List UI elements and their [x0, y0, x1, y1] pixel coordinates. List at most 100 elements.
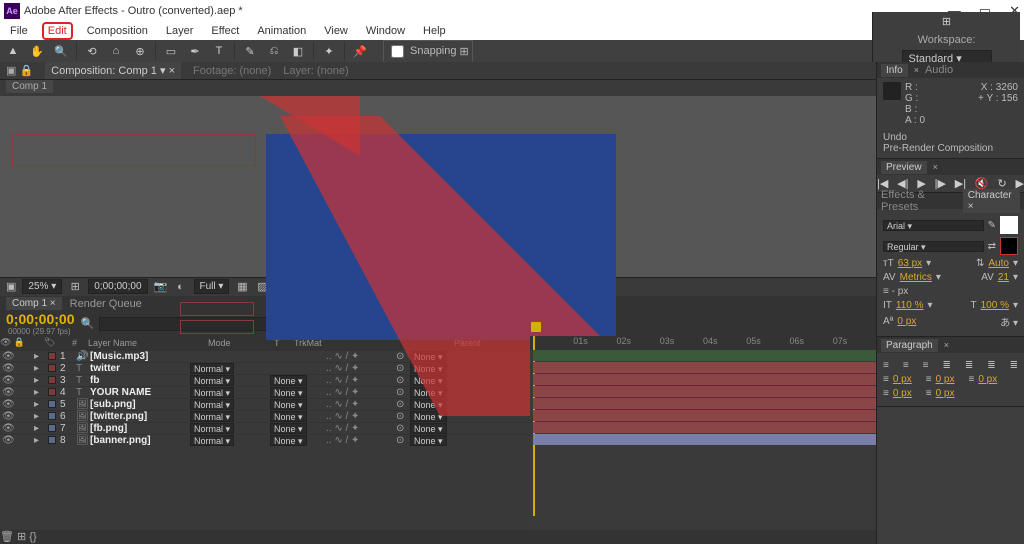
font-size[interactable]: 63 px [898, 258, 922, 269]
menu-help[interactable]: Help [419, 24, 450, 38]
layer-bar[interactable] [533, 410, 876, 421]
trkmat-dropdown[interactable]: None ▾ [270, 375, 307, 386]
parent-dropdown[interactable]: None ▾ [410, 423, 447, 434]
menu-effect[interactable]: Effect [207, 24, 243, 38]
rect-tool-icon[interactable]: ▭ [162, 42, 180, 60]
clone-tool-icon[interactable]: ⎌ [265, 42, 283, 60]
snapshot-icon[interactable]: 📷 [154, 280, 168, 294]
rotate-tool-icon[interactable]: ⟲ [83, 42, 101, 60]
font-weight-dropdown[interactable]: Regular ▾ [883, 241, 984, 252]
menu-layer[interactable]: Layer [162, 24, 198, 38]
eyedropper-icon[interactable]: ✎ [988, 220, 996, 231]
tab-composition[interactable]: Composition: Comp 1 ▾ × [45, 62, 181, 79]
leading[interactable]: Auto [988, 258, 1009, 269]
align-center-icon[interactable]: ≡ [903, 360, 909, 371]
trkmat-dropdown[interactable]: None ▾ [270, 435, 307, 446]
layer-bar[interactable] [533, 386, 876, 397]
visibility-toggle[interactable]: 👁 [0, 399, 12, 410]
menu-window[interactable]: Window [362, 24, 409, 38]
kerning[interactable]: Metrics [900, 272, 932, 283]
trkmat-dropdown[interactable]: None ▾ [270, 399, 307, 410]
visibility-toggle[interactable]: 👁 [0, 363, 12, 374]
zoom-dropdown[interactable]: 25% ▾ [22, 279, 62, 294]
layer-bar[interactable] [533, 434, 876, 445]
fill-swatch[interactable] [1000, 216, 1018, 234]
grid-icon[interactable]: ⊞ [938, 12, 956, 30]
hand-tool-icon[interactable]: ✋ [28, 42, 46, 60]
text-tool-icon[interactable]: T [210, 42, 228, 60]
visibility-toggle[interactable]: 👁 [0, 375, 12, 386]
mode-dropdown[interactable]: Normal ▾ [190, 363, 234, 374]
pin-tool-icon[interactable]: 📌 [351, 42, 369, 60]
visibility-toggle[interactable]: 👁 [0, 435, 12, 446]
tab-character[interactable]: Character × [963, 189, 1020, 213]
visibility-toggle[interactable]: 👁 [0, 411, 12, 422]
layer-row[interactable]: 👁▸8🖼[banner.png]Normal ▾None ▾.. ∿ / ✦⊙N… [0, 434, 530, 446]
trkmat-dropdown[interactable]: None ▾ [270, 423, 307, 434]
mode-dropdown[interactable]: Normal ▾ [190, 399, 234, 410]
tab-comp-timeline[interactable]: Comp 1 × [6, 297, 62, 310]
align-left-icon[interactable]: ≡ [883, 360, 889, 371]
tab-render-queue[interactable]: Render Queue [70, 298, 142, 310]
layer-row[interactable]: 👁▸7🖼[fb.png]Normal ▾None ▾.. ∿ / ✦⊙None … [0, 422, 530, 434]
timecode-display[interactable]: 0;00;00;00 [88, 279, 147, 294]
baseline[interactable]: 0 px [897, 316, 916, 327]
v-scale[interactable]: 100 % [981, 300, 1009, 311]
mode-dropdown[interactable]: Normal ▾ [190, 387, 234, 398]
menu-view[interactable]: View [320, 24, 352, 38]
visibility-toggle[interactable]: 👁 [0, 423, 12, 434]
flowchart-comp[interactable]: Comp 1 [6, 80, 53, 93]
menu-edit[interactable]: Edit [42, 22, 73, 40]
tab-effects-presets[interactable]: Effects & Presets [881, 189, 957, 213]
zoom-tool-icon[interactable]: 🔍 [52, 42, 70, 60]
justify-center-icon[interactable]: ≣ [965, 360, 973, 371]
composition-viewport[interactable] [0, 96, 876, 278]
layer-bar[interactable] [533, 398, 876, 409]
stroke-swatch[interactable] [1000, 237, 1018, 255]
tab-layer[interactable]: Layer: (none) [283, 65, 348, 77]
visibility-toggle[interactable]: 👁 [0, 387, 12, 398]
tab-info[interactable]: Info [881, 64, 908, 77]
selection-tool-icon[interactable]: ▲ [4, 42, 22, 60]
resolution-dropdown[interactable]: Full ▾ [194, 279, 230, 294]
layer-bar[interactable] [533, 422, 876, 433]
eraser-tool-icon[interactable]: ◧ [289, 42, 307, 60]
visibility-toggle[interactable]: 👁 [0, 351, 12, 362]
snapping-toggle[interactable]: Snapping⊞ [383, 40, 473, 63]
font-family-dropdown[interactable]: Arial ▾ [883, 220, 984, 231]
pan-behind-tool-icon[interactable]: ⊕ [131, 42, 149, 60]
tab-footage[interactable]: Footage: (none) [193, 65, 271, 77]
justify-all-icon[interactable]: ≣ [1010, 360, 1018, 371]
layer-bar[interactable] [533, 350, 876, 361]
menu-animation[interactable]: Animation [253, 24, 310, 38]
trkmat-dropdown[interactable]: None ▾ [270, 387, 307, 398]
tab-preview[interactable]: Preview [881, 161, 927, 174]
trkmat-dropdown[interactable]: None ▾ [270, 411, 307, 422]
menu-composition[interactable]: Composition [83, 24, 152, 38]
current-timecode[interactable]: 0;00;00;00 [6, 311, 75, 327]
menu-file[interactable]: File [6, 24, 32, 38]
parent-dropdown[interactable]: None ▾ [410, 435, 447, 446]
h-scale[interactable]: 110 % [896, 300, 924, 311]
layer-bar[interactable] [533, 374, 876, 385]
align-right-icon[interactable]: ≡ [923, 360, 929, 371]
justify-right-icon[interactable]: ≣ [987, 360, 995, 371]
channel-icon[interactable]: ◐ [174, 280, 188, 294]
swap-icon[interactable]: ⇄ [988, 241, 996, 252]
roto-tool-icon[interactable]: ✦ [320, 42, 338, 60]
roi-icon[interactable]: ▦ [235, 280, 249, 294]
mode-dropdown[interactable]: Normal ▾ [190, 375, 234, 386]
tab-audio[interactable]: Audio [925, 64, 953, 76]
tab-paragraph[interactable]: Paragraph [881, 339, 938, 352]
tracking[interactable]: 21 [998, 272, 1009, 283]
layer-bar[interactable] [533, 362, 876, 373]
timeline-track-area[interactable]: 01s02s03s04s05s06s07s [530, 350, 876, 531]
pen-tool-icon[interactable]: ✒ [186, 42, 204, 60]
mode-dropdown[interactable]: Normal ▾ [190, 435, 234, 446]
mode-dropdown[interactable]: Normal ▾ [190, 411, 234, 422]
mode-dropdown[interactable]: Normal ▾ [190, 423, 234, 434]
camera-tool-icon[interactable]: ⌂ [107, 42, 125, 60]
res-icon[interactable]: ⊞ [68, 280, 82, 294]
brush-tool-icon[interactable]: ✎ [241, 42, 259, 60]
justify-left-icon[interactable]: ≣ [942, 360, 950, 371]
